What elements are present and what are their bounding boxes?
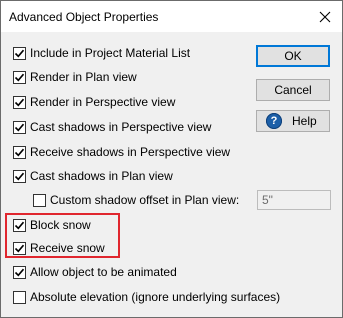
- checkbox-render-in-perspective-view[interactable]: [13, 95, 26, 109]
- checkmark-icon: [14, 268, 25, 276]
- checkmark-icon: [14, 98, 25, 106]
- checkmark-icon: [14, 49, 25, 57]
- checkbox-absolute-elevation[interactable]: [13, 290, 26, 304]
- option-label: Absolute elevation (ignore underlying su…: [30, 290, 281, 304]
- help-icon: ?: [266, 113, 282, 129]
- option-label: Render in Plan view: [30, 70, 137, 84]
- checkmark-icon: [14, 123, 25, 131]
- ok-button[interactable]: OK: [256, 45, 330, 67]
- advanced-object-properties-dialog: Advanced Object Properties Include in Pr…: [0, 0, 343, 318]
- option-cast-shadows-in-plan-view[interactable]: Cast shadows in Plan view: [13, 168, 173, 184]
- option-custom-shadow-offset-in-plan-view[interactable]: Custom shadow offset in Plan view:: [33, 192, 239, 208]
- snow-options-highlight: [5, 213, 120, 258]
- option-label: Include in Project Material List: [30, 46, 191, 60]
- checkbox-include-in-project-material-list[interactable]: [13, 46, 26, 60]
- cancel-button[interactable]: Cancel: [256, 79, 330, 101]
- option-render-in-plan-view[interactable]: Render in Plan view: [13, 69, 137, 85]
- title-bar: Advanced Object Properties: [1, 1, 342, 32]
- close-button[interactable]: [308, 1, 342, 32]
- option-label: Custom shadow offset in Plan view:: [50, 193, 240, 207]
- option-allow-object-to-be-animated[interactable]: Allow object to be animated: [13, 264, 177, 280]
- checkbox-allow-object-to-be-animated[interactable]: [13, 265, 26, 279]
- option-absolute-elevation[interactable]: Absolute elevation (ignore underlying su…: [13, 289, 280, 305]
- checkmark-icon: [14, 148, 25, 156]
- ok-button-label: OK: [284, 49, 302, 63]
- option-label: Render in Perspective view: [30, 95, 176, 109]
- checkbox-cast-shadows-in-perspective-view[interactable]: [13, 120, 26, 134]
- option-label: Receive shadows in Perspective view: [30, 145, 231, 159]
- checkbox-render-in-plan-view[interactable]: [13, 70, 26, 84]
- option-include-in-project-material-list[interactable]: Include in Project Material List: [13, 45, 190, 61]
- cancel-button-label: Cancel: [274, 83, 312, 97]
- checkmark-icon: [14, 172, 25, 180]
- checkbox-cast-shadows-in-plan-view[interactable]: [13, 169, 26, 183]
- option-label: Cast shadows in Plan view: [30, 169, 173, 183]
- help-button-label: Help: [292, 114, 317, 128]
- option-receive-shadows-in-perspective-view[interactable]: Receive shadows in Perspective view: [13, 144, 230, 160]
- option-label: Cast shadows in Perspective view: [30, 120, 212, 134]
- option-label: Allow object to be animated: [30, 265, 177, 279]
- custom-shadow-offset-input[interactable]: 5": [257, 190, 331, 210]
- option-cast-shadows-in-perspective-view[interactable]: Cast shadows in Perspective view: [13, 119, 211, 135]
- option-render-in-perspective-view[interactable]: Render in Perspective view: [13, 94, 175, 110]
- close-icon: [319, 11, 331, 22]
- checkbox-receive-shadows-in-perspective-view[interactable]: [13, 145, 26, 159]
- dialog-title: Advanced Object Properties: [9, 10, 159, 24]
- checkbox-custom-shadow-offset-in-plan-view[interactable]: [33, 193, 46, 207]
- checkmark-icon: [14, 73, 25, 81]
- help-button[interactable]: ? Help: [256, 110, 330, 132]
